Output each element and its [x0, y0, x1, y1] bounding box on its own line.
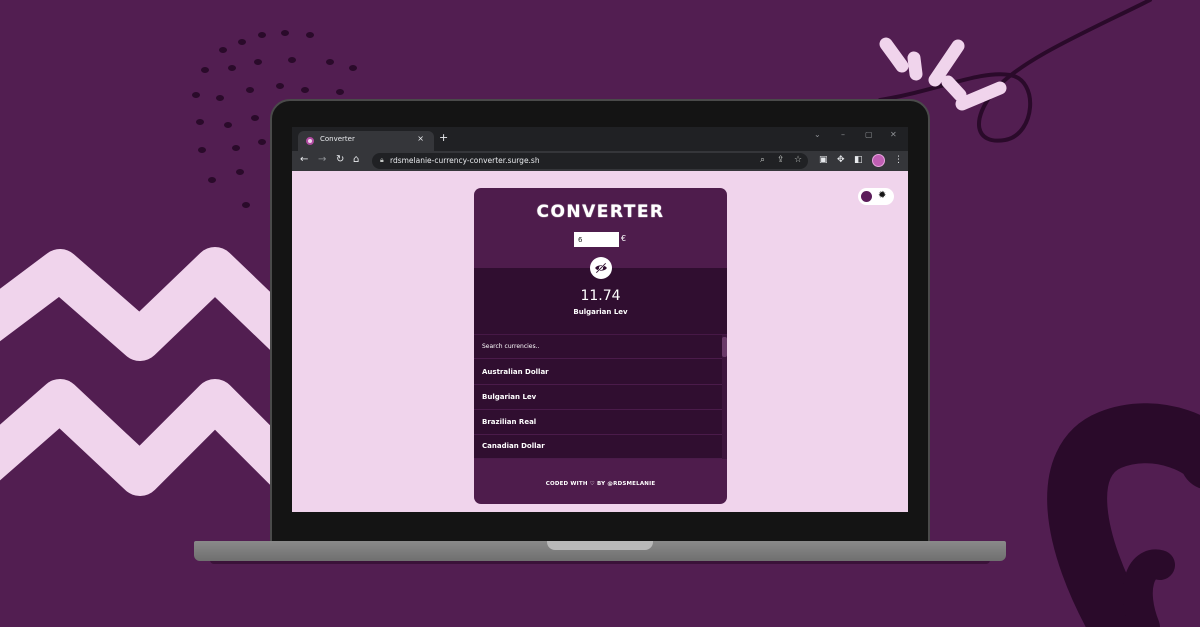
minimize-icon[interactable]: – — [841, 130, 845, 139]
currency-search-input[interactable]: Search currencies.. — [474, 335, 722, 359]
close-tab-icon[interactable]: × — [417, 134, 424, 143]
tab-title: Converter — [320, 135, 355, 143]
lock-icon[interactable]: 🔒︎ — [380, 156, 384, 165]
star-icon[interactable]: ☆ — [794, 155, 802, 165]
currency-item[interactable]: Australian Dollar — [474, 360, 722, 385]
currency-label: Australian Dollar — [482, 368, 549, 376]
footer-credit: CODED WITH ♡ BY @RDSMELANIE — [545, 481, 656, 487]
sun-icon: ✹ — [878, 190, 887, 201]
tab-search-icon[interactable]: ⌄ — [814, 130, 821, 139]
currency-label: Canadian Dollar — [482, 442, 545, 450]
sidepanel-icon[interactable]: ◧ — [854, 155, 863, 165]
amount-input[interactable] — [574, 232, 619, 247]
tab-strip: Converter × + ⌄ – ▢ ✕ — [292, 127, 908, 151]
extension-icon[interactable]: ▣ — [819, 155, 828, 165]
back-icon[interactable]: ← — [300, 154, 308, 166]
browser-toolbar: ← → ↻ ⌂ 🔒︎ rdsmelanie-currency-converter… — [292, 151, 908, 171]
result-panel: 11.74 Bulgarian Lev — [474, 257, 727, 334]
new-tab-button[interactable]: + — [439, 132, 448, 144]
browser-tab[interactable]: Converter × — [298, 131, 434, 151]
toggle-visibility-button[interactable] — [590, 257, 612, 279]
currency-list: Search currencies.. Australian Dollar Bu… — [474, 334, 727, 459]
share-icon[interactable]: ⇪ — [777, 155, 785, 165]
currency-item[interactable]: Bulgarian Lev — [474, 385, 722, 410]
currency-item[interactable]: Brazilian Real — [474, 410, 722, 435]
currency-symbol: € — [621, 234, 627, 243]
theme-toggle[interactable]: ✹ — [858, 188, 894, 205]
forward-icon[interactable]: → — [318, 154, 326, 166]
home-icon[interactable]: ⌂ — [353, 154, 359, 166]
reload-icon[interactable]: ↻ — [336, 154, 344, 166]
currency-label: Brazilian Real — [482, 418, 537, 426]
laptop-notch — [547, 541, 653, 550]
eye-off-icon — [595, 262, 607, 274]
puzzle-icon[interactable]: ✥ — [837, 155, 845, 165]
converter-card: CONVERTER € 11.74 Bulgarian Lev Search c… — [474, 188, 727, 504]
favicon-icon — [306, 137, 314, 145]
avatar[interactable] — [872, 154, 885, 167]
address-bar[interactable]: 🔒︎ rdsmelanie-currency-converter.surge.s… — [372, 153, 808, 169]
scroll-thumb[interactable] — [722, 337, 727, 357]
search-placeholder: Search currencies.. — [482, 343, 540, 350]
browser-window: Converter × + ⌄ – ▢ ✕ ← → ↻ ⌂ 🔒︎ rdsmela… — [292, 127, 908, 512]
result-currency: Bulgarian Lev — [573, 308, 628, 316]
menu-icon[interactable]: ⋮ — [894, 155, 903, 165]
app-title: CONVERTER — [536, 202, 665, 222]
toggle-knob — [861, 191, 872, 202]
url-text[interactable]: rdsmelanie-currency-converter.surge.sh — [390, 156, 540, 165]
zoom-icon[interactable]: ⌕ — [760, 155, 765, 165]
maximize-icon[interactable]: ▢ — [865, 130, 873, 139]
list-scrollbar[interactable] — [722, 335, 727, 459]
close-window-icon[interactable]: ✕ — [890, 130, 897, 139]
currency-label: Bulgarian Lev — [482, 393, 537, 401]
result-value: 11.74 — [580, 288, 621, 304]
currency-item[interactable]: Canadian Dollar — [474, 434, 722, 459]
